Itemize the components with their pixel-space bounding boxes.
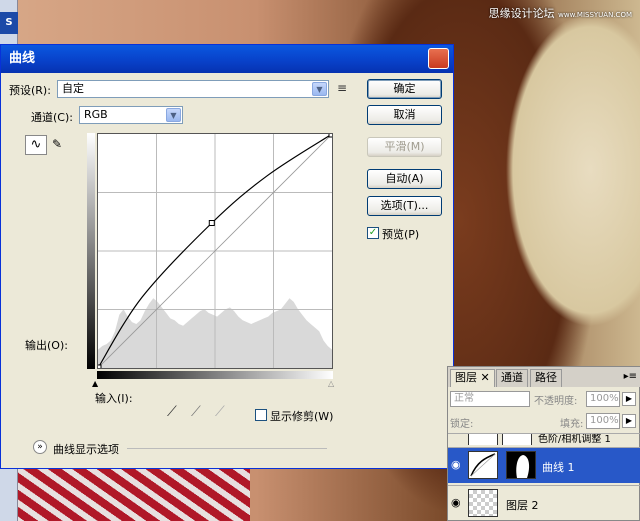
options-button[interactable]: 选项(T)... [367, 196, 442, 216]
opacity-label: 不透明度: [534, 396, 578, 407]
output-label: 输出(O): [25, 339, 68, 352]
curve-tool-icon[interactable]: ∿ [25, 135, 47, 155]
dialog-titlebar[interactable]: 曲线 [1, 45, 453, 73]
dialog-title: 曲线 [9, 51, 36, 66]
tab-layers-label: 图层 [455, 371, 477, 384]
layer-thumbnail [468, 489, 498, 517]
smooth-button[interactable]: 平滑(M) [367, 137, 442, 157]
layer-thumbnail [468, 434, 498, 445]
panel-menu-icon[interactable]: ▸≡ [624, 371, 637, 382]
chevron-right-icon[interactable]: ▶ [622, 414, 636, 428]
left-strip-tab[interactable]: S [0, 12, 18, 34]
preset-value: 自定 [62, 82, 84, 95]
curve-control-point [208, 220, 215, 227]
layer-mask-thumbnail [506, 451, 536, 479]
gray-eyedropper-icon[interactable]: ⟋ [191, 404, 201, 420]
fill-value: 100% [590, 415, 619, 426]
eye-icon[interactable]: ◉ [451, 458, 461, 471]
pencil-tool-icon[interactable]: ✎ [49, 135, 65, 155]
display-options-label: 曲线显示选项 [53, 443, 119, 456]
channel-select[interactable]: RGB ▼ [79, 106, 183, 124]
close-icon[interactable]: ✕ [481, 371, 490, 384]
channel-label: 通道(C): [31, 111, 73, 124]
lock-label: 锁定: [450, 419, 474, 430]
chevron-down-icon: ▼ [166, 108, 181, 122]
curve-icon [470, 453, 496, 477]
blend-mode-value: 正常 [454, 393, 474, 404]
opacity-value: 100% [590, 393, 619, 404]
watermark-url: www.MISSYUAN.COM [558, 11, 632, 19]
layer-name: 图层 2 [506, 499, 539, 512]
show-clipping-checkbox[interactable] [255, 409, 267, 421]
preset-select[interactable]: 自定 ▼ [57, 80, 329, 98]
curves-dialog: 曲线 预设(R): 自定 ▼ ≡ 通道(C): RGB ▼ ∿ ✎ 输出(O):… [0, 44, 454, 469]
cancel-button[interactable]: 取消 [367, 105, 442, 125]
preset-menu-icon[interactable]: ≡ [337, 81, 347, 95]
layer-row-selected[interactable]: ◉ 曲线 1 [448, 447, 640, 483]
curve-endpoint [94, 364, 102, 372]
curve-chart[interactable] [94, 130, 336, 372]
input-gradient-bar [97, 371, 333, 379]
white-point-slider[interactable]: △ [328, 379, 334, 388]
fill-label: 填充: [560, 419, 584, 430]
fill-input[interactable]: 100% [586, 413, 620, 429]
preview-checkbox[interactable]: ✓ [367, 227, 379, 239]
divider [127, 448, 327, 449]
tab-channels[interactable]: 通道 [496, 369, 528, 387]
layer-row[interactable]: 色阶/相机调整 1 [448, 433, 640, 445]
mask-silhouette-icon [516, 455, 530, 478]
curve-graph[interactable] [94, 130, 336, 372]
output-gradient-bar [87, 133, 95, 369]
expand-icon[interactable]: » [33, 440, 47, 454]
ok-button[interactable]: 确定 [367, 79, 442, 99]
show-clipping-label: 显示修剪(W) [270, 410, 334, 423]
watermark-text: 思缘设计论坛 [488, 7, 555, 20]
preview-label: 预览(P) [382, 228, 420, 241]
black-point-slider[interactable]: ▲ [92, 379, 98, 388]
layers-panel: 图层 ✕ 通道 路径 ▸≡ 正常 不透明度: 100% ▶ 锁定: 填充: 10… [447, 366, 640, 521]
watermark: 思缘设计论坛 www.MISSYUAN.COM [489, 5, 632, 21]
layer-name: 色阶/相机调整 1 [538, 434, 611, 445]
black-eyedropper-icon[interactable]: ⟋ [167, 404, 177, 420]
blend-mode-select[interactable]: 正常 [450, 391, 530, 407]
close-icon[interactable] [428, 48, 449, 69]
layer-name: 曲线 1 [542, 461, 575, 474]
chevron-down-icon: ▼ [312, 82, 327, 96]
auto-button[interactable]: 自动(A) [367, 169, 442, 189]
layer-row[interactable]: ◉ 图层 2 [448, 485, 640, 521]
curves-adjustment-thumbnail [468, 451, 498, 479]
preset-label: 预设(R): [9, 84, 51, 97]
input-label: 输入(I): [95, 392, 133, 405]
eye-icon[interactable]: ◉ [451, 496, 461, 509]
curve-endpoint [328, 130, 336, 138]
chevron-right-icon[interactable]: ▶ [622, 392, 636, 406]
opacity-input[interactable]: 100% [586, 391, 620, 407]
white-eyedropper-icon[interactable]: ⟋ [215, 404, 225, 420]
tab-layers[interactable]: 图层 ✕ [450, 369, 495, 387]
layers-panel-tabs: 图层 ✕ 通道 路径 ▸≡ [448, 367, 640, 387]
layer-mask-thumbnail [502, 434, 532, 445]
channel-value: RGB [84, 108, 108, 121]
tab-paths[interactable]: 路径 [530, 369, 562, 387]
